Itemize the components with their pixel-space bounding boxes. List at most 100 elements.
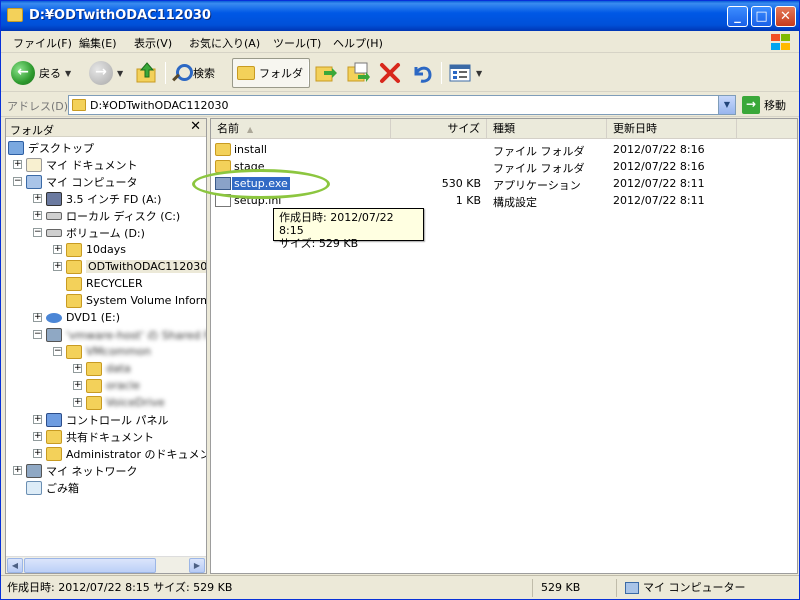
expand-toggle[interactable]: + <box>73 381 82 390</box>
tree-item-volume-d[interactable]: ボリューム (D:) <box>46 224 145 241</box>
tree-item-floppy[interactable]: 3.5 インチ FD (A:) <box>46 190 161 207</box>
file-row[interactable]: install ファイル フォルダ 2012/07/22 8:16 <box>211 141 797 158</box>
menu-favorites[interactable]: お気に入り(A) <box>189 35 260 51</box>
tree-item-10days[interactable]: 10days <box>66 241 126 258</box>
windows-logo-icon <box>769 33 791 51</box>
column-header-size[interactable]: サイズ <box>391 119 487 139</box>
tree-item-my-computer[interactable]: マイ コンピュータ <box>26 173 138 190</box>
folder-icon <box>46 429 62 444</box>
folder-icon <box>86 361 102 376</box>
tree-item-oracle[interactable]: oracle <box>86 377 140 394</box>
tree-item-recycle-bin[interactable]: ごみ箱 <box>26 479 79 496</box>
collapse-toggle[interactable]: − <box>33 228 42 237</box>
tree-item-shared-folders[interactable]: 'vmware-host' の Shared Fo <box>46 326 206 343</box>
tree-item-desktop[interactable]: デスクトップ <box>8 139 94 156</box>
tree-item-odtwithodac[interactable]: ODTwithODAC112030 <box>66 258 206 275</box>
tree-item-local-disk-c[interactable]: ローカル ディスク (C:) <box>46 207 180 224</box>
tree-item-label: マイ コンピュータ <box>46 175 138 189</box>
copy-to-button[interactable] <box>346 58 370 88</box>
tree-item-label: マイ ドキュメント <box>46 158 138 172</box>
address-input[interactable]: D:¥ODTwithODAC112030 ▼ <box>68 95 736 115</box>
collapse-toggle[interactable]: − <box>33 330 42 339</box>
tree-item-my-network[interactable]: マイ ネットワーク <box>26 462 138 479</box>
folder-pane-header: フォルダ ✕ <box>6 119 206 137</box>
folder-icon <box>66 242 82 257</box>
expand-toggle[interactable]: + <box>13 160 22 169</box>
title-bar[interactable]: D:¥ODTwithODAC112030 _ □ ✕ <box>1 1 799 31</box>
tree-item-label: ボリューム (D:) <box>66 226 145 240</box>
scroll-left-button[interactable]: ◀ <box>7 558 23 573</box>
tree-item-dvd[interactable]: DVD1 (E:) <box>46 309 120 326</box>
horizontal-scrollbar[interactable]: ◀ ▶ <box>6 556 206 573</box>
menu-help[interactable]: ヘルプ(H) <box>333 35 383 51</box>
tree-item-recycler[interactable]: RECYCLER <box>66 275 143 292</box>
search-button[interactable]: 検索 <box>171 58 215 88</box>
tree-item-label: DVD1 (E:) <box>66 311 121 324</box>
tree-item-system-volume-information[interactable]: System Volume Informa <box>66 292 206 309</box>
views-button[interactable]: ▼ <box>448 58 482 88</box>
folders-button[interactable]: フォルダ <box>232 58 310 88</box>
highlight-ellipse <box>192 169 330 199</box>
drive-icon <box>46 228 62 237</box>
folders-label: フォルダ <box>259 67 303 80</box>
tree-item-label: 3.5 インチ FD (A:) <box>66 192 162 206</box>
menu-tools[interactable]: ツール(T) <box>273 35 321 51</box>
column-header-type[interactable]: 種類 <box>487 119 607 139</box>
close-button[interactable]: ✕ <box>775 6 796 27</box>
collapse-toggle[interactable]: − <box>53 347 62 356</box>
views-icon <box>449 64 471 82</box>
expand-toggle[interactable]: + <box>33 313 42 322</box>
folder-tree: デスクトップ + マイ ドキュメント − マイ コンピュータ + 3.5 インチ… <box>6 138 206 556</box>
column-header-modified[interactable]: 更新日時 <box>607 119 737 139</box>
menu-file[interactable]: ファイル(F) <box>13 35 72 51</box>
expand-toggle[interactable]: + <box>53 262 62 271</box>
move-to-button[interactable] <box>314 58 338 88</box>
expand-toggle[interactable]: + <box>13 466 22 475</box>
desktop-icon <box>8 140 24 155</box>
open-folder-icon <box>66 259 82 274</box>
tree-item-label: VoiceDrive <box>106 396 165 409</box>
menu-edit[interactable]: 編集(E) <box>79 35 117 51</box>
tree-item-vmcommon[interactable]: VMcommon <box>66 343 151 360</box>
menu-view[interactable]: 表示(V) <box>134 35 172 51</box>
file-size: 530 KB <box>441 177 481 190</box>
up-folder-button[interactable] <box>135 58 159 88</box>
go-button[interactable]: → 移動 <box>742 96 786 114</box>
tree-item-control-panel[interactable]: コントロール パネル <box>46 411 169 428</box>
maximize-button[interactable]: □ <box>751 6 772 27</box>
tree-item-administrator-documents[interactable]: Administrator のドキュメント <box>46 445 206 462</box>
delete-button[interactable] <box>378 58 402 88</box>
expand-toggle[interactable]: + <box>33 415 42 424</box>
address-value: D:¥ODTwithODAC112030 <box>90 99 229 112</box>
forward-button[interactable]: → ▼ <box>89 58 123 88</box>
expand-toggle[interactable]: + <box>33 449 42 458</box>
expand-toggle[interactable]: + <box>33 432 42 441</box>
folder-pane-close-button[interactable]: ✕ <box>190 119 201 134</box>
tree-item-my-documents[interactable]: マイ ドキュメント <box>26 156 138 173</box>
column-header-name[interactable]: 名前 ▲ <box>211 119 391 139</box>
undo-button[interactable] <box>410 58 434 88</box>
status-bar: 作成日時: 2012/07/22 8:15 サイズ: 529 KB 529 KB… <box>1 575 799 599</box>
tree-item-data[interactable]: data <box>86 360 131 377</box>
tree-item-label: 'vmware-host' の Shared Fo <box>66 328 206 342</box>
tree-item-voicedrive[interactable]: VoiceDrive <box>86 394 165 411</box>
expand-toggle[interactable]: + <box>73 364 82 373</box>
file-type: ファイル フォルダ <box>493 162 585 175</box>
tree-item-shared-documents[interactable]: 共有ドキュメント <box>46 428 154 445</box>
scroll-thumb[interactable] <box>24 558 156 573</box>
expand-toggle[interactable]: + <box>73 398 82 407</box>
expand-toggle[interactable]: + <box>53 245 62 254</box>
expand-toggle[interactable]: + <box>33 194 42 203</box>
column-header-label: 更新日時 <box>613 122 657 135</box>
file-type: 構成設定 <box>493 196 537 209</box>
floppy-icon <box>46 191 62 206</box>
minimize-button[interactable]: _ <box>727 6 748 27</box>
address-dropdown-button[interactable]: ▼ <box>718 96 735 114</box>
menu-bar: ファイル(F) 編集(E) 表示(V) お気に入り(A) ツール(T) ヘルプ(… <box>1 31 799 53</box>
chevron-down-icon: ▼ <box>65 68 72 78</box>
collapse-toggle[interactable]: − <box>13 177 22 186</box>
back-button[interactable]: ← 戻る ▼ <box>11 58 71 88</box>
expand-toggle[interactable]: + <box>33 211 42 220</box>
tree-item-label: VMcommon <box>86 345 151 358</box>
scroll-right-button[interactable]: ▶ <box>189 558 205 573</box>
